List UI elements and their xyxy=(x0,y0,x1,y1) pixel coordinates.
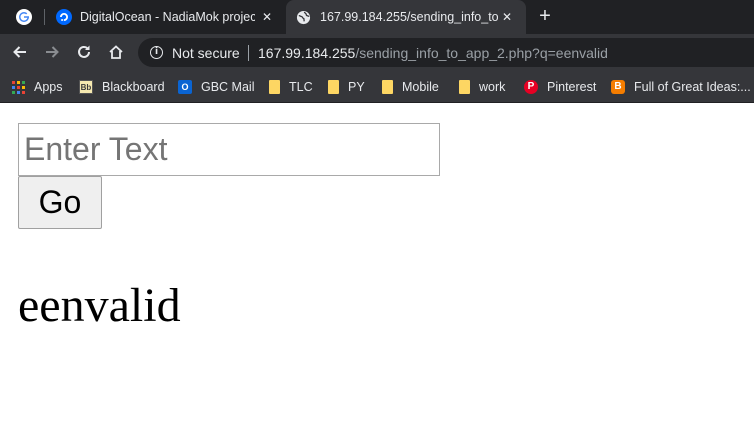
tab-separator xyxy=(44,9,45,25)
folder-icon xyxy=(382,80,393,94)
bookmark-label: work xyxy=(479,80,506,94)
bookmark-label: Blackboard xyxy=(102,80,165,94)
bookmark-label: TLC xyxy=(289,80,313,94)
bookmark-folder-work[interactable]: work xyxy=(459,77,505,97)
tab-google[interactable] xyxy=(6,0,42,34)
new-tab-button[interactable]: + xyxy=(534,5,556,27)
omnibox-divider xyxy=(248,45,249,61)
tab-digitalocean[interactable]: DigitalOcean - NadiaMok project ✕ xyxy=(48,0,280,34)
globe-icon xyxy=(296,10,311,24)
url-path: /sending_info_to_app_2.php?q=eenvalid xyxy=(355,45,608,61)
bookmark-label: Apps xyxy=(34,80,63,94)
home-button[interactable] xyxy=(104,40,128,64)
bookmarks-bar: Apps Bb Blackboard O GBC Mail TLC PY Mob… xyxy=(0,71,754,103)
bookmark-gbc-mail[interactable]: O GBC Mail xyxy=(178,77,254,97)
digitalocean-icon xyxy=(56,9,72,25)
bookmark-blackboard[interactable]: Bb Blackboard xyxy=(79,77,165,97)
pinterest-icon: P xyxy=(524,80,538,94)
forward-button[interactable] xyxy=(40,40,64,64)
tab-strip: DigitalOcean - NadiaMok project ✕ 167.99… xyxy=(0,0,754,34)
close-tab-icon[interactable]: ✕ xyxy=(259,9,275,25)
bookmark-full-of-great-ideas[interactable]: B Full of Great Ideas:... xyxy=(611,77,751,97)
google-icon xyxy=(16,9,32,25)
tab-active[interactable]: 167.99.184.255/sending_info_to_a ✕ xyxy=(286,0,526,34)
home-icon xyxy=(109,45,123,59)
tab-title: 167.99.184.255/sending_info_to_a xyxy=(320,10,498,24)
folder-icon xyxy=(459,80,470,94)
bookmark-label: GBC Mail xyxy=(201,80,255,94)
bookmark-folder-mobile[interactable]: Mobile xyxy=(382,77,439,97)
bookmark-label: Mobile xyxy=(402,80,439,94)
arrow-right-icon xyxy=(46,46,59,58)
folder-icon xyxy=(269,80,280,94)
outlook-icon: O xyxy=(178,80,192,94)
tab-title: DigitalOcean - NadiaMok project xyxy=(80,10,255,24)
security-status[interactable]: Not secure xyxy=(172,45,240,61)
bookmark-pinterest[interactable]: P Pinterest xyxy=(524,77,596,97)
close-tab-icon[interactable]: ✕ xyxy=(499,9,515,25)
go-button[interactable]: Go xyxy=(18,176,102,229)
bookmark-label: PY xyxy=(348,80,365,94)
reload-button[interactable] xyxy=(72,40,96,64)
bookmark-folder-tlc[interactable]: TLC xyxy=(269,77,313,97)
address-bar[interactable]: i Not secure 167.99.184.255/sending_info… xyxy=(138,38,754,67)
bookmark-apps[interactable]: Apps xyxy=(12,77,63,97)
blogger-icon: B xyxy=(611,80,625,94)
folder-icon xyxy=(328,80,339,94)
url-host: 167.99.184.255 xyxy=(258,45,356,61)
text-input[interactable] xyxy=(18,123,440,176)
back-button[interactable] xyxy=(8,40,32,64)
apps-grid-icon xyxy=(12,80,25,94)
url-text[interactable]: 167.99.184.255/sending_info_to_app_2.php… xyxy=(258,45,608,61)
info-icon[interactable]: i xyxy=(150,46,163,59)
blackboard-icon: Bb xyxy=(79,80,93,94)
bookmark-label: Full of Great Ideas:... xyxy=(634,80,751,94)
arrow-left-icon xyxy=(13,46,26,58)
result-text: eenvalid xyxy=(18,279,181,332)
bookmark-label: Pinterest xyxy=(547,80,597,94)
reload-icon xyxy=(78,45,90,58)
browser-toolbar: i Not secure 167.99.184.255/sending_info… xyxy=(0,34,754,71)
bookmark-folder-py[interactable]: PY xyxy=(328,77,365,97)
